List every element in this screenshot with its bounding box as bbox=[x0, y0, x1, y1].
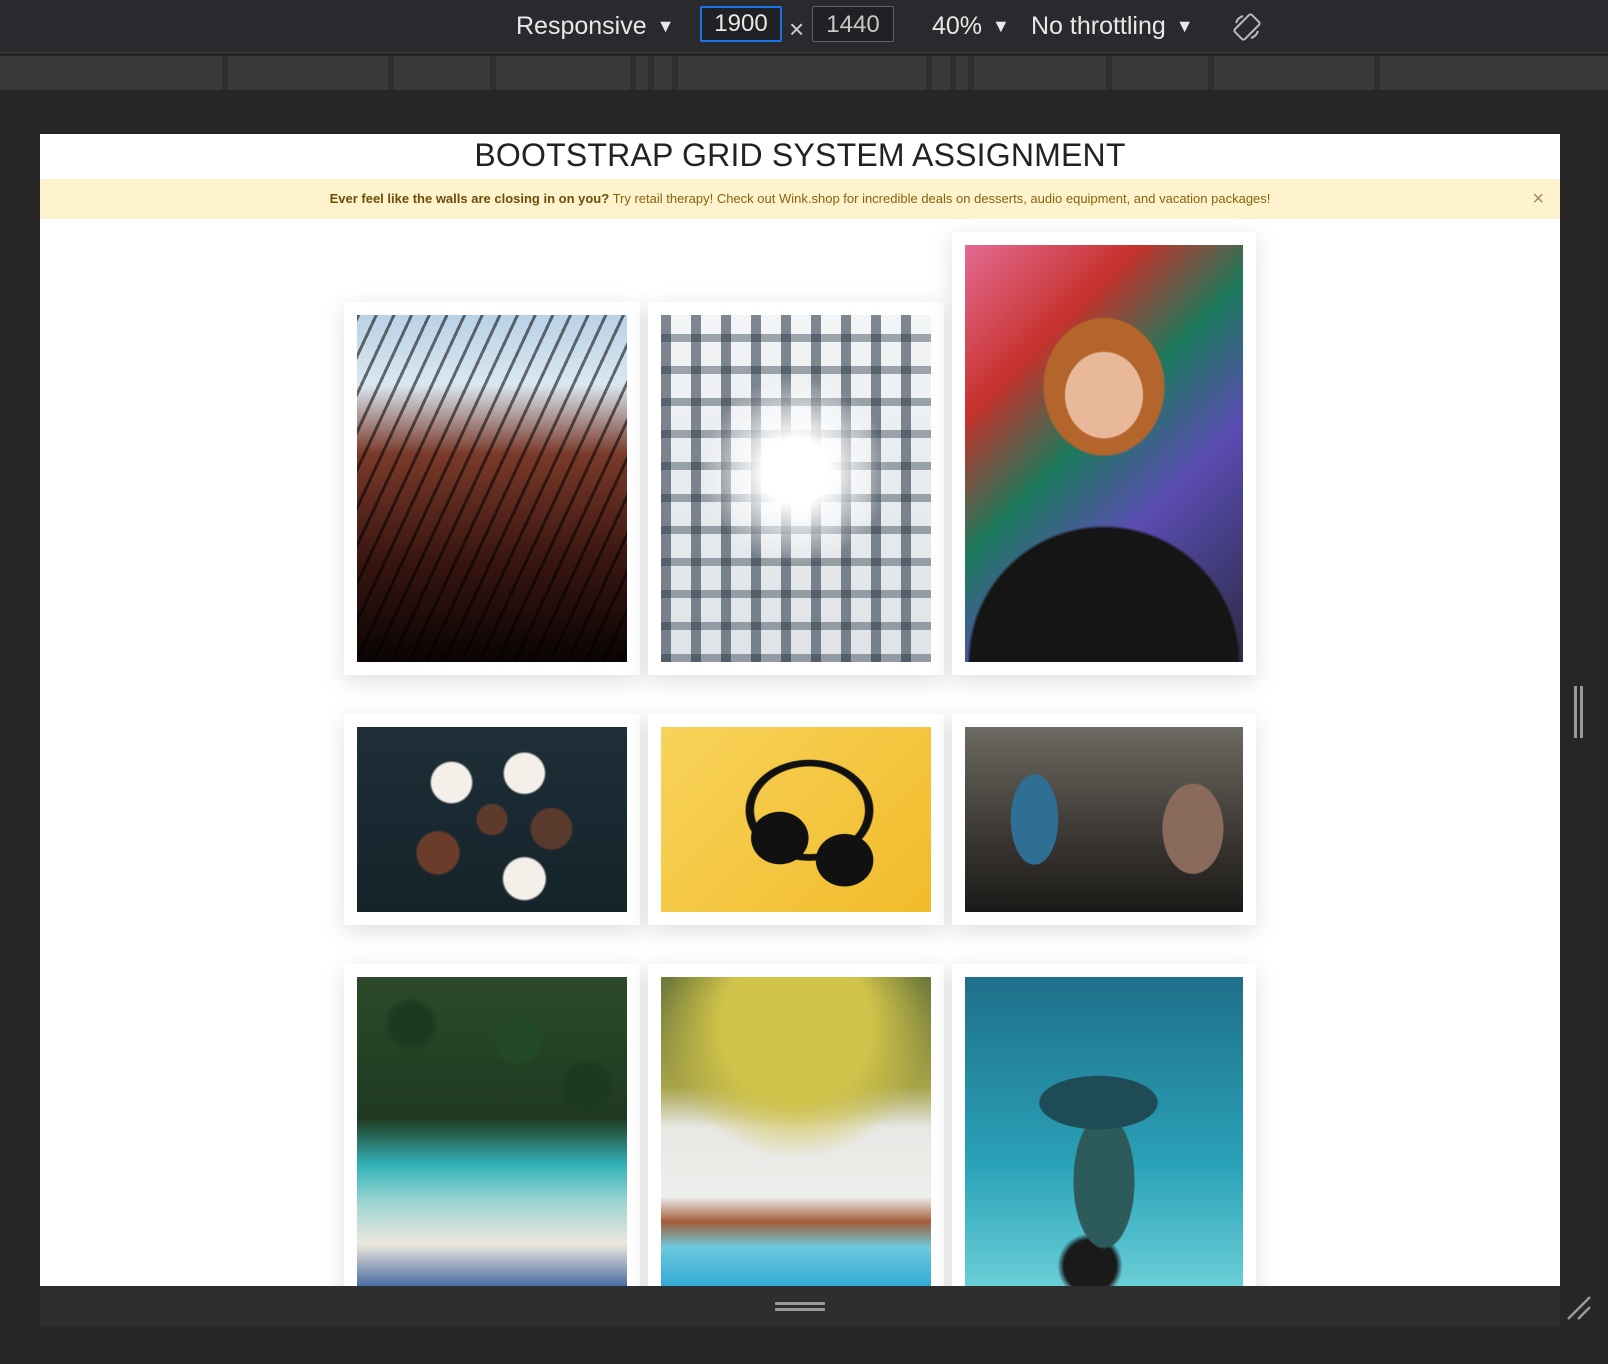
rotate-icon[interactable] bbox=[1232, 12, 1262, 42]
gallery-card bbox=[952, 232, 1256, 675]
white-building-photo bbox=[661, 315, 931, 662]
reef-photo bbox=[965, 977, 1243, 1286]
page-title: BOOTSTRAP GRID SYSTEM ASSIGNMENT bbox=[474, 137, 1126, 173]
gallery-card bbox=[648, 964, 944, 1286]
resize-height-handle[interactable] bbox=[775, 1302, 825, 1312]
throttling-label: No throttling bbox=[1031, 12, 1166, 40]
width-input[interactable]: 1900 bbox=[700, 6, 782, 42]
alert-bold-text: Ever feel like the walls are closing in … bbox=[329, 191, 610, 206]
alert-text: Try retail therapy! Check out Wink.shop … bbox=[609, 191, 1271, 206]
throttling-dropdown[interactable]: No throttling ▼ bbox=[1031, 10, 1194, 42]
portrait-graffiti-photo bbox=[965, 245, 1243, 662]
media-query-segment[interactable] bbox=[932, 56, 950, 90]
caret-down-icon: ▼ bbox=[992, 16, 1010, 36]
media-query-segment[interactable] bbox=[974, 56, 1106, 90]
device-mode-label: Responsive bbox=[516, 12, 647, 40]
gallery-card bbox=[648, 302, 944, 675]
resize-width-handle[interactable] bbox=[1574, 686, 1586, 738]
caret-down-icon: ▼ bbox=[656, 16, 675, 36]
close-icon[interactable]: × bbox=[1532, 179, 1544, 219]
promo-alert: Ever feel like the walls are closing in … bbox=[40, 179, 1560, 219]
palm-beach-photo bbox=[357, 977, 627, 1286]
device-mode-dropdown[interactable]: Responsive ▼ bbox=[516, 10, 674, 42]
height-input[interactable]: 1440 bbox=[812, 6, 894, 42]
gallery-card bbox=[344, 964, 640, 1286]
gallery-card bbox=[952, 964, 1256, 1286]
gallery-card bbox=[952, 714, 1256, 925]
media-query-segment[interactable] bbox=[1112, 56, 1208, 90]
media-query-bar bbox=[0, 56, 1608, 90]
media-query-segment[interactable] bbox=[956, 56, 968, 90]
media-query-segment[interactable] bbox=[394, 56, 490, 90]
media-query-segment[interactable] bbox=[678, 56, 926, 90]
headphones-photo bbox=[661, 727, 931, 912]
caret-down-icon: ▼ bbox=[1175, 16, 1194, 36]
times-icon: × bbox=[789, 14, 805, 44]
media-query-segment[interactable] bbox=[228, 56, 388, 90]
graffiti-headphones-photo bbox=[965, 727, 1243, 912]
gallery-card bbox=[344, 302, 640, 675]
zoom-dropdown[interactable]: 40% ▼ bbox=[932, 10, 1010, 42]
media-query-segment[interactable] bbox=[496, 56, 630, 90]
zoom-label: 40% bbox=[932, 12, 983, 40]
gallery-card bbox=[344, 714, 640, 925]
media-query-segment[interactable] bbox=[1214, 56, 1374, 90]
media-query-segment[interactable] bbox=[0, 56, 222, 90]
cupcakes-photo bbox=[357, 727, 627, 912]
curved-building-photo bbox=[357, 315, 627, 662]
gallery-card bbox=[648, 714, 944, 925]
media-query-segment[interactable] bbox=[1380, 56, 1608, 90]
resize-corner-icon[interactable] bbox=[1566, 1295, 1592, 1321]
aerial-beach-photo bbox=[661, 977, 931, 1286]
media-query-segment[interactable] bbox=[636, 56, 648, 90]
device-toolbar: Responsive ▼ 1900 × 1440 40% ▼ No throttli… bbox=[0, 0, 1608, 53]
media-query-segment[interactable] bbox=[654, 56, 672, 90]
emulated-viewport: BOOTSTRAP GRID SYSTEM ASSIGNMENT Ever fe… bbox=[40, 134, 1560, 1286]
